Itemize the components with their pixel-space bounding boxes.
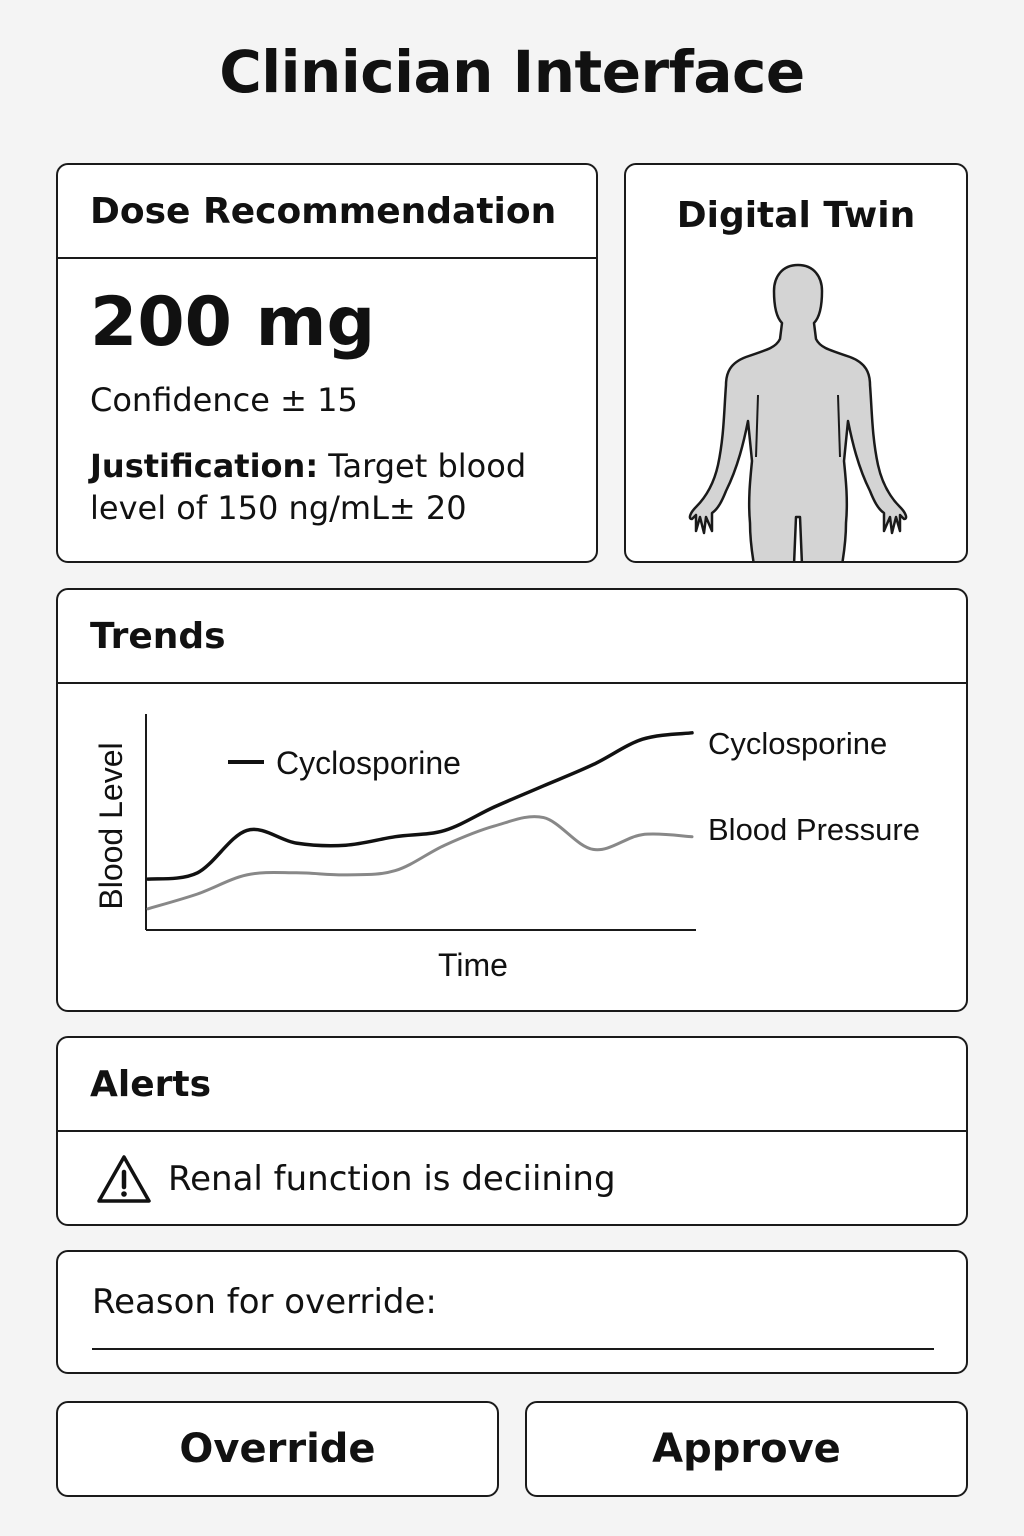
approve-button[interactable]: Approve [525, 1401, 968, 1497]
y-axis-label: Blood Level [93, 742, 129, 909]
series-label-blood-pressure: Blood Pressure [708, 812, 920, 847]
override-reason-label: Reason for override: [92, 1282, 437, 1322]
digital-twin-title: Digital Twin [676, 195, 916, 236]
trends-panel: Trends Blood Level Time Cyclosporine Cyc… [56, 588, 968, 1012]
override-reason-panel: Reason for override: [56, 1250, 968, 1374]
legend-label: Cyclosporine [276, 745, 461, 781]
clinician-page: Clinician Interface Dose Recommendation … [0, 0, 1024, 1536]
alerts-panel: Alerts Renal function is deciining [56, 1036, 968, 1226]
digital-twin-panel[interactable]: Digital Twin [624, 163, 968, 563]
warning-icon [97, 1155, 151, 1203]
dose-panel-header: Dose Recommendation [58, 165, 596, 259]
dose-justification: Justification: Target blood level of 150… [90, 445, 566, 529]
dose-confidence: Confidence ± 15 [90, 381, 358, 419]
alert-text: Renal function is deciining [168, 1159, 616, 1199]
human-body-icon [688, 263, 908, 561]
series-line-blood-pressure [146, 815, 694, 911]
dose-value: 200 mg [90, 283, 376, 362]
override-button[interactable]: Override [56, 1401, 499, 1497]
override-reason-input[interactable] [92, 1336, 934, 1350]
x-axis-label: Time [438, 947, 508, 983]
page-title: Clinician Interface [219, 38, 805, 106]
series-label-cyclosporine: Cyclosporine [708, 726, 887, 761]
alert-item[interactable]: Renal function is deciining [58, 1132, 966, 1224]
justification-label: Justification: [90, 447, 319, 485]
trends-chart[interactable]: Blood Level Time Cyclosporine Cyclospori… [58, 684, 968, 1012]
trends-panel-header: Trends [58, 590, 966, 684]
alerts-panel-header: Alerts [58, 1038, 966, 1132]
dose-recommendation-panel: Dose Recommendation 200 mg Confidence ± … [56, 163, 598, 563]
